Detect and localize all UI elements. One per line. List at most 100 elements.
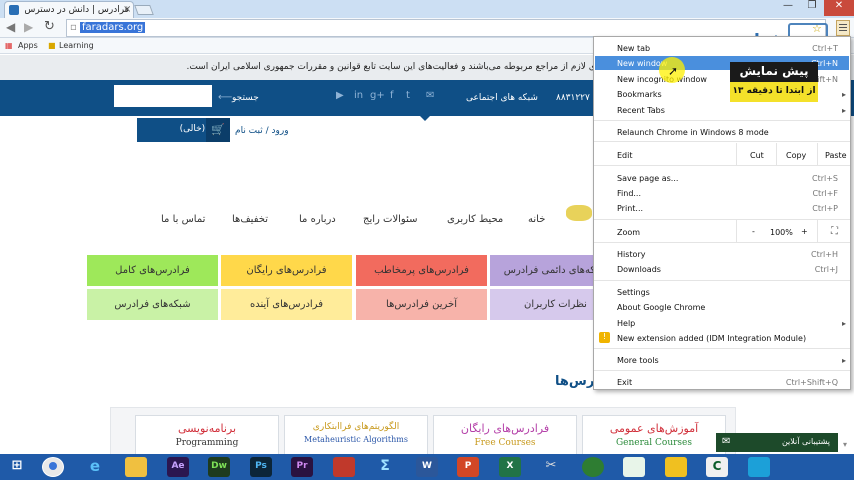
bookmark-learning[interactable]: Learning xyxy=(59,41,94,50)
word-icon[interactable]: W xyxy=(416,457,438,477)
nav-home[interactable]: خانه xyxy=(528,214,545,225)
dw-icon[interactable]: Dw xyxy=(208,457,230,477)
social-label: شبکه های اجتماعی xyxy=(466,93,538,103)
menu-help[interactable]: Help xyxy=(617,319,635,328)
game-icon[interactable] xyxy=(665,457,687,477)
mail-icon[interactable]: ✉ xyxy=(426,90,434,101)
menu-more-tools[interactable]: More tools xyxy=(617,356,659,365)
header-pointer xyxy=(420,116,430,121)
card-metaheuristic[interactable]: الگوریتم‌های فراابتکاری Metaheuristic Al… xyxy=(284,415,428,455)
browser-tab[interactable]: فرادرس | دانش در دسترس × xyxy=(4,1,134,18)
twitter-icon[interactable]: t xyxy=(406,90,410,101)
chrome-menu-button[interactable] xyxy=(836,20,850,36)
app-icon[interactable] xyxy=(333,457,355,477)
menu-find[interactable]: Find... xyxy=(617,189,641,198)
menu-divider xyxy=(594,141,850,142)
online-support-button[interactable]: پشتیبانی آنلاین ✉ xyxy=(716,433,838,452)
submenu-arrow-icon: ▸ xyxy=(841,356,846,365)
ps-icon[interactable]: Ps xyxy=(250,457,272,477)
nav-user-area[interactable]: محیط کاربری xyxy=(447,214,503,225)
menu-print[interactable]: Print... xyxy=(617,204,643,213)
zoom-in-button[interactable]: + xyxy=(801,227,808,236)
linkedin-icon[interactable]: in xyxy=(354,90,363,101)
facebook-icon[interactable]: f xyxy=(390,90,394,101)
ae-icon[interactable]: Ae xyxy=(167,457,189,477)
menu-divider xyxy=(594,120,850,121)
chart-icon[interactable] xyxy=(623,457,645,477)
menu-zoom-label: Zoom xyxy=(617,228,641,237)
search-arrow-icon: ⟵ xyxy=(218,92,233,103)
menu-recent-tabs[interactable]: Recent Tabs xyxy=(617,106,665,115)
ie-icon[interactable]: e xyxy=(84,457,106,477)
menu-bookmarks[interactable]: Bookmarks xyxy=(617,90,662,99)
sigma-icon[interactable]: Σ xyxy=(374,457,396,477)
maximize-button[interactable]: ❐ xyxy=(800,0,824,16)
url-text[interactable]: faradars.org xyxy=(80,22,146,33)
start-icon[interactable]: ⊞ xyxy=(6,457,28,477)
chat-icon: ✉ xyxy=(722,436,731,447)
grid-networks[interactable]: شبکه‌های فرادرس xyxy=(86,288,219,321)
menu-relaunch[interactable]: Relaunch Chrome in Windows 8 mode xyxy=(617,128,769,137)
menu-extension-added[interactable]: New extension added (IDM Integration Mod… xyxy=(617,334,806,343)
card-general-courses[interactable]: آموزش‌های عمومی General Courses xyxy=(582,415,726,455)
scroll-down-icon[interactable]: ▾ xyxy=(843,440,847,449)
grid-complete-courses[interactable]: فرادرس‌های کامل xyxy=(86,254,219,287)
menu-about[interactable]: About Google Chrome xyxy=(617,303,705,312)
explorer-icon[interactable] xyxy=(125,457,147,477)
menu-history[interactable]: History xyxy=(617,250,645,259)
zoom-divider xyxy=(736,220,737,242)
globe-icon[interactable] xyxy=(582,457,604,477)
logo-mascot-icon xyxy=(566,205,592,221)
menu-downloads[interactable]: Downloads xyxy=(617,265,661,274)
close-window-button[interactable]: ✕ xyxy=(824,0,854,16)
nav-about[interactable]: درباره ما xyxy=(299,214,336,225)
shortcut-history: Ctrl+H xyxy=(811,250,838,259)
card-subtitle: Programming xyxy=(175,438,239,448)
card-free-courses[interactable]: فرادرس‌های رایگان Free Courses xyxy=(433,415,577,455)
c-icon[interactable]: C xyxy=(706,457,728,477)
grid-free-courses[interactable]: فرادرس‌های رایگان xyxy=(220,254,353,287)
shortcut-print: Ctrl+P xyxy=(812,204,838,213)
menu-exit[interactable]: Exit xyxy=(617,378,632,387)
chrome-icon[interactable] xyxy=(42,457,64,477)
tools-icon[interactable]: ✂ xyxy=(540,457,562,477)
tab-close-icon[interactable]: × xyxy=(123,4,131,15)
page-icon: ▫ xyxy=(70,22,77,33)
menu-divider xyxy=(594,165,850,166)
phone-number: ۸۸۳۱۲۲۷ xyxy=(556,93,590,103)
menu-save-page[interactable]: Save page as... xyxy=(617,174,678,183)
fullscreen-icon[interactable]: ⛶ xyxy=(831,226,838,237)
ppt-icon[interactable]: P xyxy=(457,457,479,477)
menu-edit-label: Edit xyxy=(617,151,633,160)
edit-divider xyxy=(736,143,737,165)
reload-icon[interactable]: ↻ xyxy=(44,19,55,34)
menu-cut[interactable]: Cut xyxy=(750,151,764,160)
grid-popular-courses[interactable]: فرادرس‌های پرمخاطب xyxy=(355,254,488,287)
pr-icon[interactable]: Pr xyxy=(291,457,313,477)
grid-upcoming-courses[interactable]: فرادرس‌های آینده xyxy=(220,288,353,321)
minimize-button[interactable]: — xyxy=(776,0,800,16)
menu-settings[interactable]: Settings xyxy=(617,288,650,297)
excel-icon[interactable]: X xyxy=(499,457,521,477)
back-icon[interactable]: ◀ xyxy=(6,20,15,34)
new-tab-button[interactable] xyxy=(134,5,154,15)
search-input[interactable] xyxy=(114,85,212,107)
nav-discounts[interactable]: تخفیف‌ها xyxy=(232,214,268,225)
menu-copy[interactable]: Copy xyxy=(786,151,806,160)
cart-icon[interactable]: 🛒 xyxy=(206,118,230,142)
forward-icon[interactable]: ▶ xyxy=(24,20,33,34)
nav-faq[interactable]: سئوالات رایج xyxy=(363,214,417,225)
bookmark-apps[interactable]: Apps xyxy=(18,41,38,50)
win-icon[interactable] xyxy=(748,457,770,477)
nav-contact[interactable]: تماس با ما xyxy=(161,214,205,225)
gplus-icon[interactable]: g+ xyxy=(370,90,385,101)
search-label: جستجو xyxy=(232,93,259,103)
card-programming[interactable]: برنامه‌نویسی Programming xyxy=(135,415,279,455)
grid-latest-courses[interactable]: آخرین فرادرس‌ها xyxy=(355,288,488,321)
login-link[interactable]: ورود / ثبت نام xyxy=(235,126,289,136)
zoom-value: 100% xyxy=(770,228,793,237)
youtube-icon[interactable]: ▶ xyxy=(336,90,344,101)
menu-paste[interactable]: Paste xyxy=(825,151,847,160)
zoom-out-button[interactable]: - xyxy=(752,227,755,236)
menu-new-tab[interactable]: New tab xyxy=(617,44,650,53)
